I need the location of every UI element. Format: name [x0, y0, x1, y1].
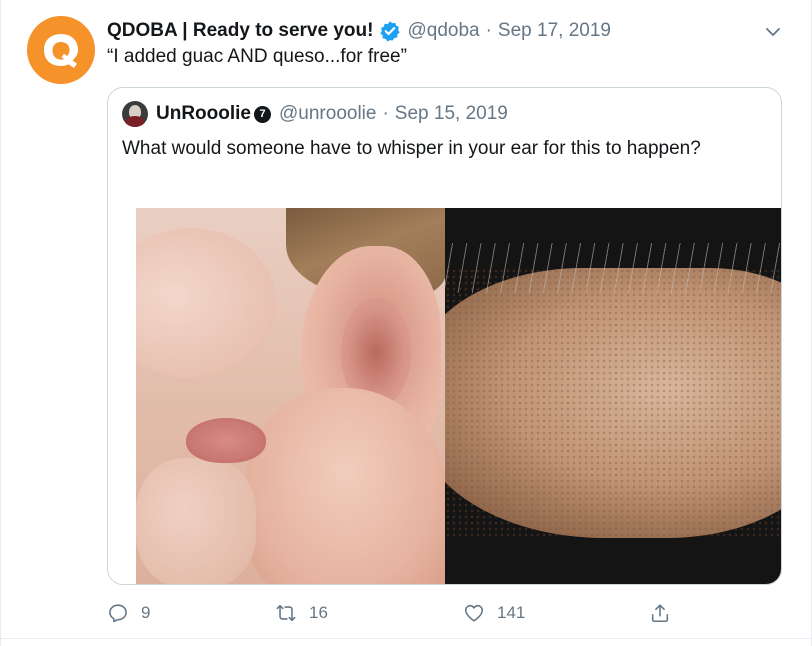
tweet-date[interactable]: Sep 17, 2019: [498, 20, 611, 42]
photo-nose: [136, 228, 276, 378]
retweet-icon: [276, 604, 296, 622]
share-button[interactable]: [649, 596, 671, 630]
qdoba-avatar[interactable]: [27, 16, 95, 84]
reply-button[interactable]: 9: [107, 596, 150, 630]
quoted-tweet-header: UnRooolie 7 @unrooolie · Sep 15, 2019: [122, 100, 508, 128]
quoted-author-badge-icon: 7: [254, 105, 271, 123]
whisper-photo[interactable]: [136, 208, 446, 584]
separator-dot: ·: [382, 103, 389, 124]
tweet-divider: [1, 638, 811, 646]
chevron-down-icon[interactable]: [763, 22, 783, 42]
photo-arm-texture: [445, 268, 781, 538]
quoted-author-avatar: [122, 101, 148, 127]
reply-count: 9: [141, 603, 151, 622]
photo-lips: [186, 418, 266, 463]
heart-icon: [464, 604, 484, 622]
verified-badge-icon: [380, 21, 401, 42]
photo-chin: [136, 458, 256, 584]
author-display-name[interactable]: QDOBA | Ready to serve you!: [107, 20, 373, 42]
reply-icon: [109, 604, 127, 623]
qdoba-logo-icon: [44, 34, 78, 68]
quoted-tweet-text: What would someone have to whisper in yo…: [122, 138, 701, 159]
tweet-text: “I added guac AND queso...for free”: [107, 46, 407, 67]
like-button[interactable]: 141: [463, 596, 525, 630]
like-count: 141: [497, 603, 526, 622]
photo-hand: [246, 388, 446, 584]
retweet-button[interactable]: 16: [275, 596, 328, 630]
tweet-actions: 9 16 141: [107, 596, 687, 630]
share-icon: [651, 604, 669, 623]
tweet-header: QDOBA | Ready to serve you! @qdoba · Sep…: [107, 16, 611, 46]
quoted-tweet-date: Sep 15, 2019: [394, 103, 508, 124]
quoted-author-handle: @unrooolie: [279, 103, 377, 124]
quoted-author-display-name: UnRooolie: [156, 103, 251, 124]
author-handle[interactable]: @qdoba: [407, 20, 479, 42]
quoted-tweet[interactable]: UnRooolie 7 @unrooolie · Sep 15, 2019 Wh…: [107, 87, 782, 585]
retweet-count: 16: [309, 603, 328, 622]
goosebumps-photo[interactable]: [445, 208, 781, 584]
photo-arm-hairs: [445, 243, 781, 293]
separator-dot: ·: [485, 20, 492, 41]
quoted-tweet-media[interactable]: [136, 208, 781, 584]
tweet[interactable]: QDOBA | Ready to serve you! @qdoba · Sep…: [0, 0, 812, 646]
